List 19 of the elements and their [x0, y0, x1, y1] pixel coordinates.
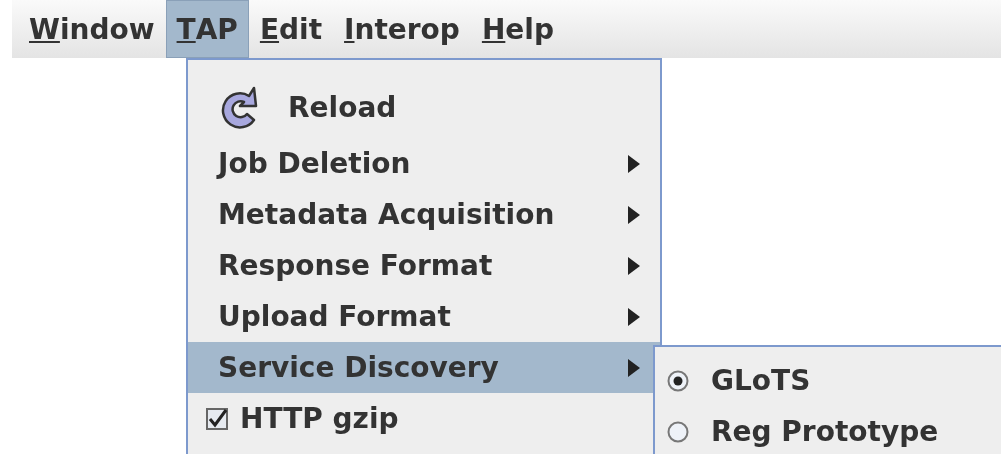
menu-item[interactable]: Service Discovery — [188, 342, 660, 393]
submenu-arrow-icon — [628, 256, 640, 275]
submenu-arrow-icon — [628, 154, 640, 173]
menu-bar-item[interactable]: TAP — [165, 0, 249, 58]
menu-bar-item[interactable]: Edit — [248, 0, 334, 58]
menu-item[interactable]: Job Deletion — [188, 138, 660, 189]
menu-item[interactable]: Metadata Acquisition — [188, 189, 660, 240]
menu-bar-item[interactable]: Help — [470, 0, 565, 58]
menu-item[interactable]: Response Format — [188, 240, 660, 291]
menu-bar-item[interactable]: Window — [18, 0, 166, 58]
radio-button[interactable] — [667, 369, 689, 392]
checkbox[interactable] — [206, 407, 228, 430]
radio-button[interactable] — [667, 420, 689, 443]
submenu-arrow-icon — [628, 307, 640, 326]
menu-item[interactable]: Reload — [188, 76, 660, 138]
menu-bar-item[interactable]: Interop — [333, 0, 471, 58]
menu-item[interactable]: Upload Format — [188, 291, 660, 342]
submenu-arrow-icon — [628, 358, 640, 377]
submenu-arrow-icon — [628, 205, 640, 224]
